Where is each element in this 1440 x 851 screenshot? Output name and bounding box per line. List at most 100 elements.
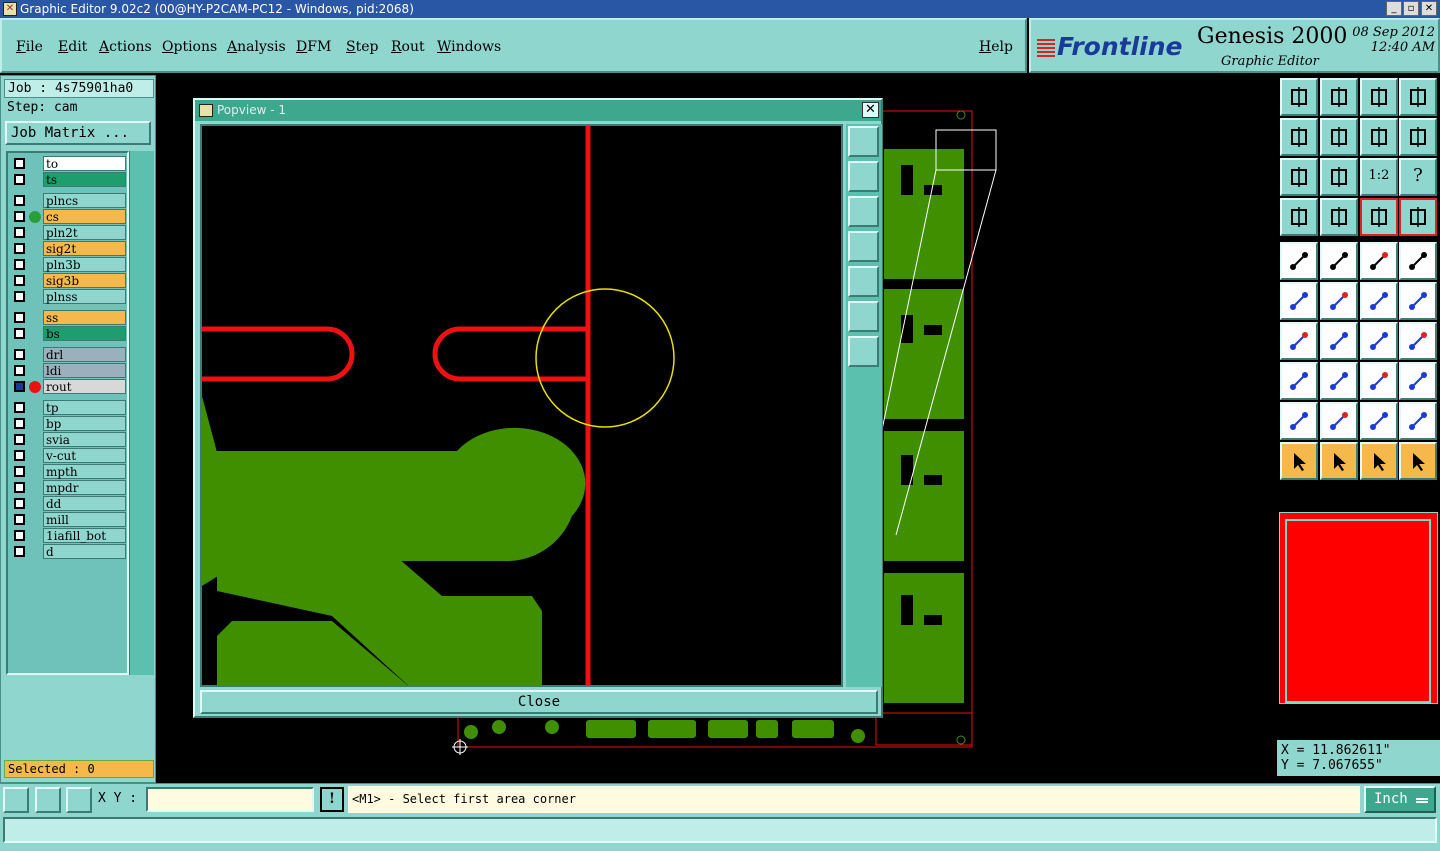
select-net-icon[interactable] xyxy=(1399,442,1437,480)
pad-icon[interactable] xyxy=(1399,242,1437,280)
menu-help[interactable]: Help xyxy=(979,39,1013,55)
layer-row-sig3b[interactable]: sig3b xyxy=(10,273,128,288)
zoom-in-icon[interactable] xyxy=(1280,158,1318,196)
alert-button[interactable]: ! xyxy=(320,787,344,812)
layer-row-pln3b[interactable]: pln3b xyxy=(10,257,128,272)
layer-name[interactable]: mpdr xyxy=(43,480,126,495)
cluster-icon[interactable] xyxy=(1399,362,1437,400)
layer-checkbox[interactable] xyxy=(14,381,25,392)
menu-rout[interactable]: Rout xyxy=(391,39,425,55)
popview-close-icon[interactable]: ✕ xyxy=(862,102,879,118)
snap-grid-icon[interactable] xyxy=(35,787,61,813)
line-cut-icon[interactable] xyxy=(1320,362,1358,400)
layer-name[interactable]: sig3b xyxy=(43,273,126,288)
layer-row-plnss[interactable]: plnss xyxy=(10,289,128,304)
layer-settings-icon[interactable] xyxy=(1399,198,1437,236)
zoom-fit-icon[interactable] xyxy=(1320,78,1358,116)
layer-name[interactable]: ldi xyxy=(43,363,126,378)
layer-checkbox[interactable] xyxy=(14,514,25,525)
layer-checkbox[interactable] xyxy=(14,530,25,541)
popview-pan-left-icon[interactable] xyxy=(848,231,879,262)
line-add-icon[interactable] xyxy=(1360,282,1398,320)
board-preview[interactable] xyxy=(1279,512,1438,704)
zoom-out-icon[interactable] xyxy=(1320,158,1358,196)
layer-checkbox[interactable] xyxy=(14,195,25,206)
layer-row-ss[interactable]: ss xyxy=(10,310,128,325)
layer-checkbox[interactable] xyxy=(14,482,25,493)
layer-row-to[interactable]: to xyxy=(10,156,128,171)
layer-name[interactable]: mpth xyxy=(43,464,126,479)
layer-checkbox[interactable] xyxy=(14,365,25,376)
menu-dfm[interactable]: DFM xyxy=(296,39,331,55)
close-window-button[interactable]: ✕ xyxy=(1421,1,1437,16)
layer-checkbox[interactable] xyxy=(14,211,25,222)
pan-left-icon[interactable] xyxy=(1280,118,1318,156)
select-box-icon[interactable] xyxy=(1320,442,1358,480)
one-to-one-icon[interactable]: 1:2 xyxy=(1360,158,1398,196)
layer-checkbox[interactable] xyxy=(14,349,25,360)
layer-row-bs[interactable]: bs xyxy=(10,326,128,341)
layer-name[interactable]: tp xyxy=(43,400,126,415)
layer-name[interactable]: ss xyxy=(43,310,126,325)
menu-options[interactable]: Options xyxy=(162,39,217,55)
pan-right-icon[interactable] xyxy=(1320,118,1358,156)
layer-checkbox[interactable] xyxy=(14,291,25,302)
measure-icon[interactable] xyxy=(1320,242,1358,280)
layer-name[interactable]: pln3b xyxy=(43,257,126,272)
layer-name[interactable]: rout xyxy=(43,379,126,394)
dimension-icon[interactable] xyxy=(1360,362,1398,400)
layer-row-svia[interactable]: svia xyxy=(10,432,128,447)
layer-row-ldi[interactable]: ldi xyxy=(10,363,128,378)
layer-colors-icon[interactable] xyxy=(1360,198,1398,236)
angle-icon[interactable] xyxy=(1280,322,1318,360)
split-window-icon[interactable] xyxy=(1399,78,1437,116)
layer-name[interactable]: d xyxy=(43,544,126,559)
triangle-select-icon[interactable] xyxy=(1320,402,1358,440)
layer-row-mill[interactable]: mill xyxy=(10,512,128,527)
layer-name[interactable]: plncs xyxy=(43,193,126,208)
triangle-icon[interactable] xyxy=(1280,402,1318,440)
layer-checkbox[interactable] xyxy=(14,227,25,238)
popview-pan-up-icon[interactable] xyxy=(848,161,879,192)
layer-name[interactable]: mill xyxy=(43,512,126,527)
menu-actions[interactable]: Actions xyxy=(99,39,152,55)
layer-checkbox[interactable] xyxy=(14,158,25,169)
layer-row-rout[interactable]: rout xyxy=(10,379,128,394)
layer-checkbox[interactable] xyxy=(14,434,25,445)
layer-row-tp[interactable]: tp xyxy=(10,400,128,415)
ruler-icon[interactable] xyxy=(1360,242,1398,280)
layer-checkbox[interactable] xyxy=(14,546,25,557)
connect-icon[interactable] xyxy=(1280,282,1318,320)
layer-row-mpth[interactable]: mpth xyxy=(10,464,128,479)
layer-checkbox[interactable] xyxy=(14,402,25,413)
layer-checkbox[interactable] xyxy=(14,328,25,339)
popview-zoom-icon[interactable] xyxy=(848,126,879,157)
popview-canvas[interactable] xyxy=(200,124,843,687)
rotate-icon[interactable] xyxy=(1360,118,1398,156)
layer-checkbox[interactable] xyxy=(14,466,25,477)
zoom-area-icon[interactable] xyxy=(3,787,29,813)
menu-analysis[interactable]: Analysis xyxy=(227,39,286,55)
layer-row-bp[interactable]: bp xyxy=(10,416,128,431)
cross-icon[interactable] xyxy=(1320,282,1358,320)
layer-checkbox[interactable] xyxy=(14,275,25,286)
layer-checkbox[interactable] xyxy=(14,498,25,509)
arc-icon[interactable] xyxy=(1360,322,1398,360)
menu-edit[interactable]: Edit xyxy=(58,39,87,55)
layer-row-cs[interactable]: cs xyxy=(10,209,128,224)
layer-name[interactable]: bs xyxy=(43,326,126,341)
menu-step[interactable]: Step xyxy=(346,39,378,55)
unit-selector[interactable]: Inch xyxy=(1364,786,1436,813)
layer-checkbox[interactable] xyxy=(14,259,25,270)
select-arrow-icon[interactable] xyxy=(1280,442,1318,480)
triangle-ref-icon[interactable] xyxy=(1399,402,1437,440)
move-pad-icon[interactable] xyxy=(1280,362,1318,400)
layer-row-mpdr[interactable]: mpdr xyxy=(10,480,128,495)
home-icon[interactable] xyxy=(1360,78,1398,116)
grid-icon[interactable] xyxy=(66,787,92,813)
menu-file[interactable]: File xyxy=(16,39,43,55)
layer-row-dd[interactable]: dd xyxy=(10,496,128,511)
popview-pan-down-icon[interactable] xyxy=(848,196,879,227)
layer-checkbox[interactable] xyxy=(14,312,25,323)
popview-zoom-in-icon[interactable] xyxy=(848,301,879,332)
